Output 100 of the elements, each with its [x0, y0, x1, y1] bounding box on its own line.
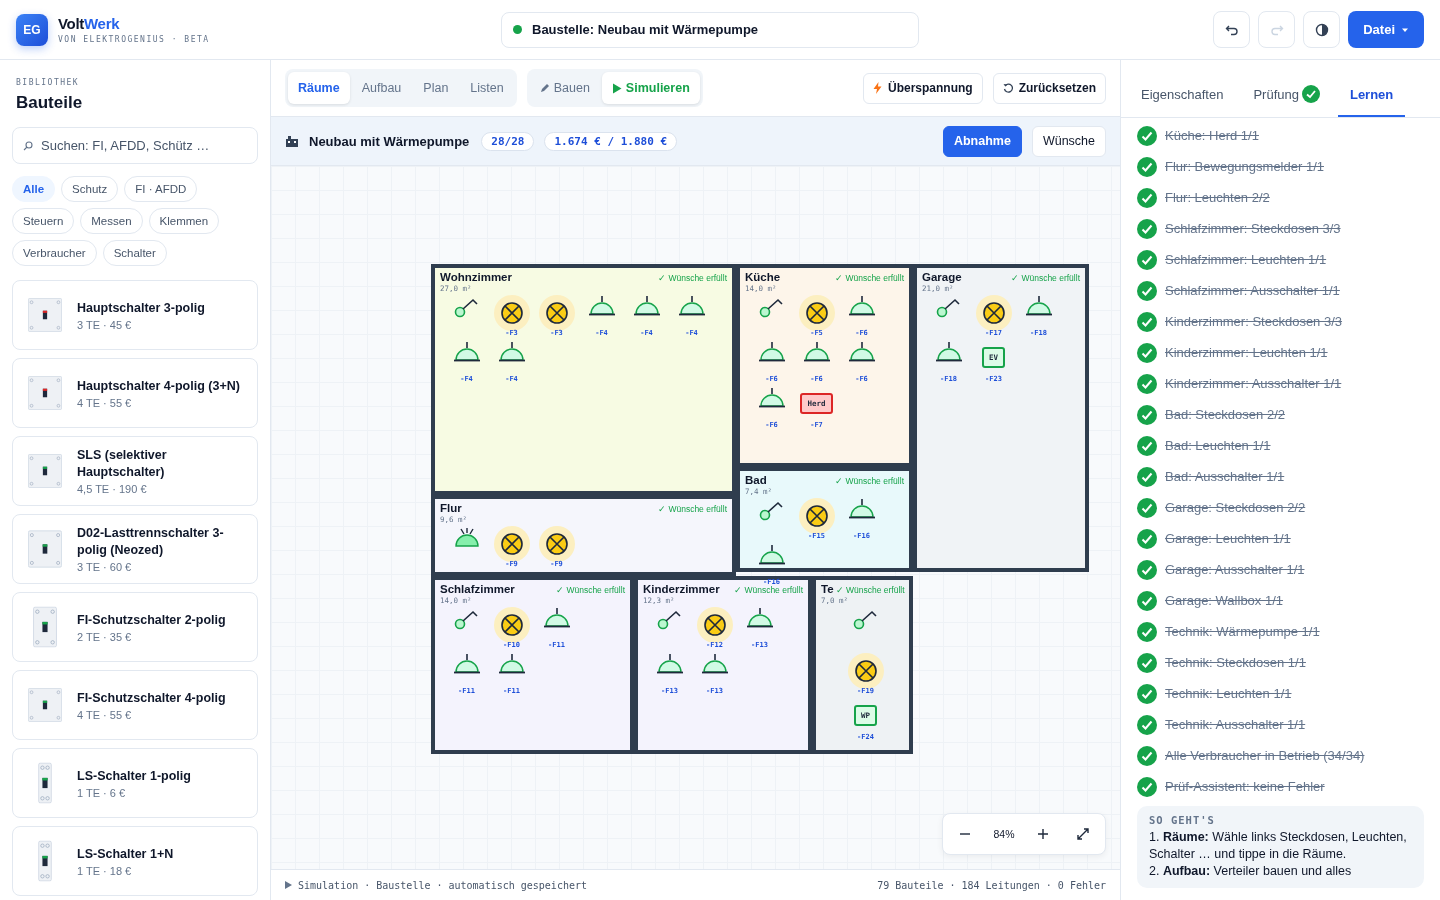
component-card[interactable]: FI-Schutzschalter 2-polig 2 TE · 35 € [12, 592, 258, 662]
socket-icon[interactable] [798, 498, 835, 534]
room-name: Garage [922, 271, 962, 283]
checklist-item: Kinderzimmer: Leuchten 1/1 [1165, 345, 1328, 360]
filter-chip[interactable]: Alle [12, 176, 56, 202]
checklist-item: Technik: Ausschalter 1/1 [1165, 717, 1306, 732]
site-status-pill[interactable]: Baustelle: Neubau mit Wärmepumpe [501, 11, 919, 48]
lamp-icon[interactable] [587, 295, 616, 317]
component-name: Hauptschalter 3-polig [77, 299, 205, 317]
lamp-icon[interactable] [497, 341, 526, 363]
lamp-icon[interactable] [847, 295, 876, 317]
library-title: Bauteile [16, 93, 84, 113]
lamp-icon[interactable] [757, 544, 786, 566]
panel-tab[interactable]: Eigenschaften [1129, 73, 1236, 117]
socket-icon[interactable] [493, 526, 530, 562]
acceptance-button[interactable]: Abnahme [942, 125, 1022, 157]
checklist-item: Küche: Herd 1/1 [1165, 128, 1259, 143]
app-subtitle: VON ELEKTROGENIUS · BETA [58, 35, 210, 44]
component-name: FI-Schutzschalter 4-polig [77, 689, 226, 707]
component-meta: 2 TE · 35 € [77, 630, 133, 643]
app-name: VoltWerk [58, 15, 121, 32]
lamp-icon[interactable] [757, 341, 786, 363]
lamp-icon[interactable] [700, 653, 729, 675]
room-status: ✓ Wünsche erfüllt [835, 585, 905, 595]
undo-button[interactable] [1213, 11, 1251, 48]
socket-icon[interactable] [493, 295, 530, 331]
status-right: 79 Bauteile · 184 Leitungen · 0 Fehler [877, 879, 1106, 891]
filter-chip[interactable]: Messen [80, 208, 143, 234]
theme-toggle-button[interactable] [1303, 11, 1341, 48]
lamp-icon[interactable] [677, 295, 706, 317]
help-title: SO GEHT'S [1149, 814, 1216, 826]
panel-tab[interactable]: Lernen [1337, 73, 1406, 117]
filter-chip[interactable]: Schutz [61, 176, 119, 202]
checklist-item: Schlafzimmer: Ausschalter 1/1 [1165, 283, 1340, 298]
lamp-icon[interactable] [757, 387, 786, 409]
component-name: SLS (selektiver Hauptschalter) [77, 447, 168, 481]
socket-icon[interactable] [847, 653, 884, 689]
checklist-item: Garage: Wallbox 1/1 [1165, 593, 1284, 608]
room-name: Te [821, 583, 834, 595]
lamp-icon[interactable] [632, 295, 661, 317]
socket-icon[interactable] [538, 295, 575, 331]
component-card[interactable]: D02-Lasttrennschalter 3-polig (Neozed) 3 TE · 60 € [12, 514, 258, 584]
checklist-item: Garage: Ausschalter 1/1 [1165, 562, 1305, 577]
room-status: ✓ Wünsche erfüllt [658, 273, 727, 283]
help-step: 1. Räume: Wähle links Steckdosen, Leuchten, Schalter … und tippe in die Räume. [1149, 829, 1412, 863]
socket-icon[interactable] [538, 526, 575, 562]
view-tab[interactable]: Listen [460, 72, 514, 104]
filter-chip[interactable]: FI · AFDD [124, 176, 198, 202]
motion-sensor-icon[interactable] [452, 526, 481, 548]
breaker-drawing [38, 762, 52, 804]
filter-chip[interactable]: Steuern [12, 208, 75, 234]
socket-icon[interactable] [798, 295, 835, 331]
breaker-drawing [33, 606, 57, 648]
socket-icon[interactable] [975, 295, 1012, 331]
checklist-item: Bad: Steckdosen 2/2 [1165, 407, 1285, 422]
check-icon [1301, 85, 1320, 103]
section-eyebrow: BIBLIOTHEK [15, 78, 81, 87]
filter-chip[interactable]: Klemmen [148, 208, 220, 234]
lamp-icon[interactable] [655, 653, 684, 675]
component-name: LS-Schalter 1+N [77, 845, 174, 863]
component-meta: 4,5 TE · 190 € [77, 483, 148, 495]
filter-chip[interactable]: Schalter [102, 240, 167, 266]
view-tab[interactable]: Aufbau [351, 72, 412, 104]
lamp-icon[interactable] [452, 653, 481, 675]
lightning-icon [872, 82, 882, 94]
lamp-icon[interactable] [497, 653, 526, 675]
component-card[interactable]: LS-Schalter 1+N 1 TE · 18 € [12, 826, 258, 896]
checklist-item: Schlafzimmer: Leuchten 1/1 [1165, 252, 1327, 267]
socket-icon[interactable] [696, 607, 733, 643]
lamp-icon[interactable] [745, 607, 774, 629]
lamp-icon[interactable] [452, 341, 481, 363]
room-name: Küche [745, 271, 781, 283]
component-card[interactable]: Hauptschalter 3-polig 3 TE · 45 € [12, 280, 258, 350]
lamp-icon[interactable] [1024, 295, 1053, 317]
lamp-icon[interactable] [542, 607, 571, 629]
component-card[interactable]: FI-Schutzschalter 4-polig 4 TE · 55 € [12, 670, 258, 740]
room-status: ✓ Wünsche erfüllt [1011, 273, 1080, 283]
contrast-icon [1314, 22, 1329, 37]
reset-button[interactable]: Zurücksetzen [992, 72, 1106, 104]
component-card[interactable]: SLS (selektiver Hauptschalter) 4,5 TE · 190 € [12, 436, 258, 506]
zoom-level: 84% [992, 828, 1016, 840]
breaker-drawing [28, 528, 62, 570]
wishes-button[interactable]: Wünsche [1031, 125, 1106, 157]
surge-button[interactable]: Überspannung [862, 72, 983, 104]
view-tab[interactable]: Räume [288, 72, 350, 104]
panel-tab[interactable]: Prüfung [1241, 73, 1332, 117]
filter-chip[interactable]: Verbraucher [12, 240, 97, 266]
file-menu-button[interactable]: Datei [1348, 11, 1424, 48]
component-card[interactable]: Hauptschalter 4-polig (3+N) 4 TE · 55 € [12, 358, 258, 428]
component-card[interactable]: LS-Schalter 1-polig 1 TE · 6 € [12, 748, 258, 818]
lamp-icon[interactable] [847, 341, 876, 363]
lamp-icon[interactable] [934, 341, 963, 363]
completion-badge: 28/28 [481, 131, 535, 151]
lamp-icon[interactable] [802, 341, 831, 363]
mode-tab[interactable]: Bauen [529, 72, 600, 104]
socket-icon[interactable] [493, 607, 530, 643]
room-status: ✓ Wünsche erfüllt [658, 504, 727, 514]
view-tab[interactable]: Plan [413, 72, 459, 104]
lamp-icon[interactable] [847, 498, 876, 520]
search-field[interactable]: Suchen: FI, AFDD, Schütz … [12, 127, 258, 164]
